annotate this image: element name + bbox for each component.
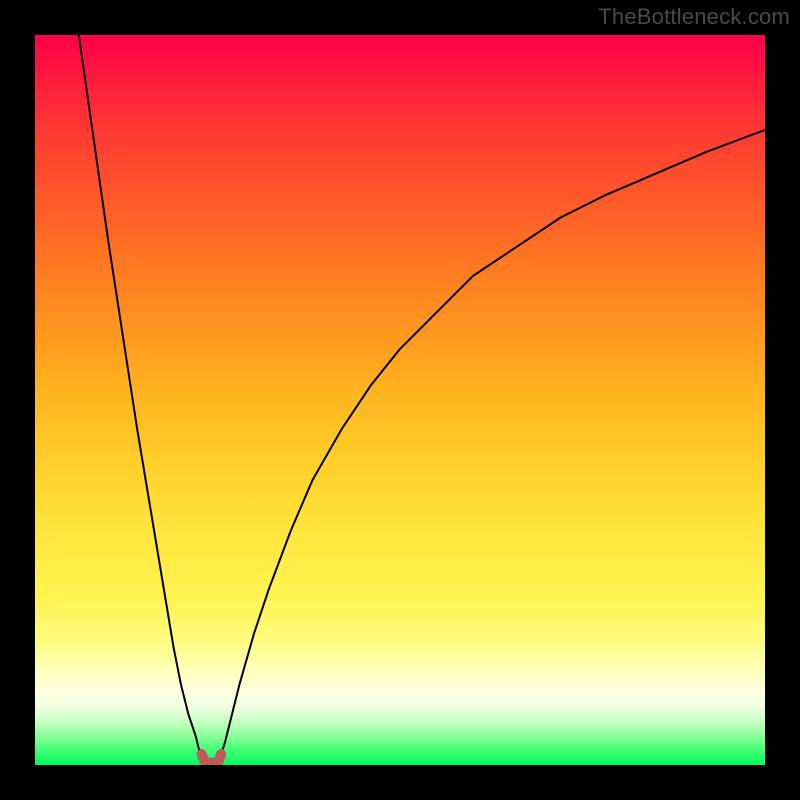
curve-svg bbox=[35, 35, 765, 765]
series-bottleneck-curve-right bbox=[221, 130, 765, 754]
curves-group bbox=[79, 35, 765, 763]
watermark-text: TheBottleneck.com bbox=[598, 4, 790, 30]
chart-frame: TheBottleneck.com bbox=[0, 0, 800, 800]
series-bottleneck-marker bbox=[201, 754, 221, 763]
series-bottleneck-curve-left bbox=[79, 35, 202, 754]
plot-area bbox=[35, 35, 765, 765]
